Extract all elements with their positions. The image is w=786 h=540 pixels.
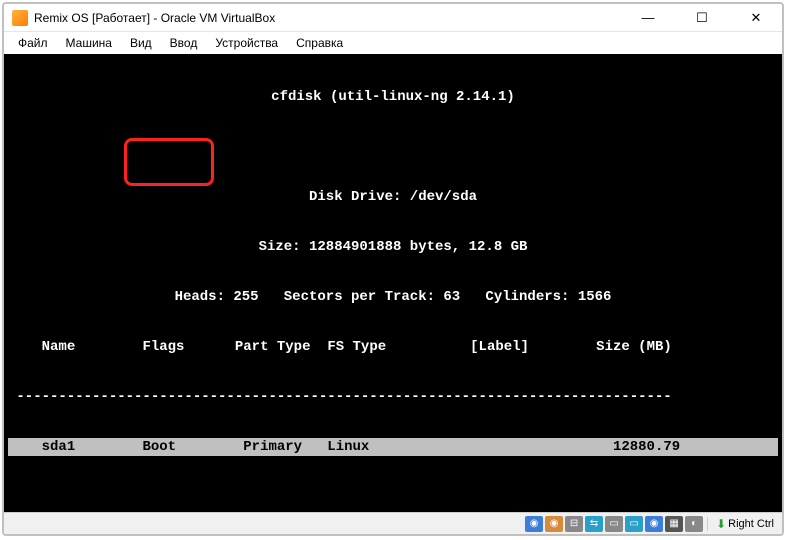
usb-icon[interactable]: ⊟ <box>565 516 583 532</box>
app-icon <box>12 10 28 26</box>
network-icon[interactable]: ⇆ <box>585 516 603 532</box>
partition-row-selected[interactable]: sda1 Boot Primary Linux 12880.79 <box>8 438 778 456</box>
shared-folder-icon[interactable]: ▭ <box>605 516 623 532</box>
host-key-arrow-icon: ⬇ <box>716 517 726 531</box>
table-header: Name Flags Part Type FS Type [Label] Siz… <box>8 338 778 356</box>
menu-view[interactable]: Вид <box>122 34 160 52</box>
disk-drive-line: Disk Drive: /dev/sda <box>8 188 778 206</box>
display-icon[interactable]: ▭ <box>625 516 643 532</box>
window-controls: — ☐ ✕ <box>630 8 774 28</box>
menu-input[interactable]: Ввод <box>162 34 206 52</box>
close-button[interactable]: ✕ <box>738 8 774 28</box>
menubar: Файл Машина Вид Ввод Устройства Справка <box>4 32 782 54</box>
titlebar: Remix OS [Работает] - Oracle VM VirtualB… <box>4 4 782 32</box>
virtualbox-window: Remix OS [Работает] - Oracle VM VirtualB… <box>2 2 784 536</box>
hdd-icon[interactable]: ◉ <box>525 516 543 532</box>
cfdisk-header: cfdisk (util-linux-ng 2.14.1) <box>8 88 778 106</box>
table-divider: ----------------------------------------… <box>8 388 778 406</box>
cpu-icon[interactable]: ▦ <box>665 516 683 532</box>
menu-machine[interactable]: Машина <box>58 34 120 52</box>
menu-help[interactable]: Справка <box>288 34 351 52</box>
optical-icon[interactable]: ◉ <box>545 516 563 532</box>
disk-geometry-line: Heads: 255 Sectors per Track: 63 Cylinde… <box>8 288 778 306</box>
window-title: Remix OS [Работает] - Oracle VM VirtualB… <box>34 11 630 25</box>
terminal-screen[interactable]: cfdisk (util-linux-ng 2.14.1) Disk Drive… <box>4 54 782 512</box>
maximize-button[interactable]: ☐ <box>684 8 720 28</box>
recording-icon[interactable]: ◉ <box>645 516 663 532</box>
statusbar: ◉ ◉ ⊟ ⇆ ▭ ▭ ◉ ▦ ◐ ⬇Right Ctrl <box>4 512 782 534</box>
menu-devices[interactable]: Устройства <box>207 34 286 52</box>
mouse-icon[interactable]: ◐ <box>685 516 703 532</box>
disk-size-line: Size: 12884901888 bytes, 12.8 GB <box>8 238 778 256</box>
minimize-button[interactable]: — <box>630 8 666 28</box>
host-key-indicator[interactable]: ⬇Right Ctrl <box>712 517 778 531</box>
menu-file[interactable]: Файл <box>10 34 56 52</box>
